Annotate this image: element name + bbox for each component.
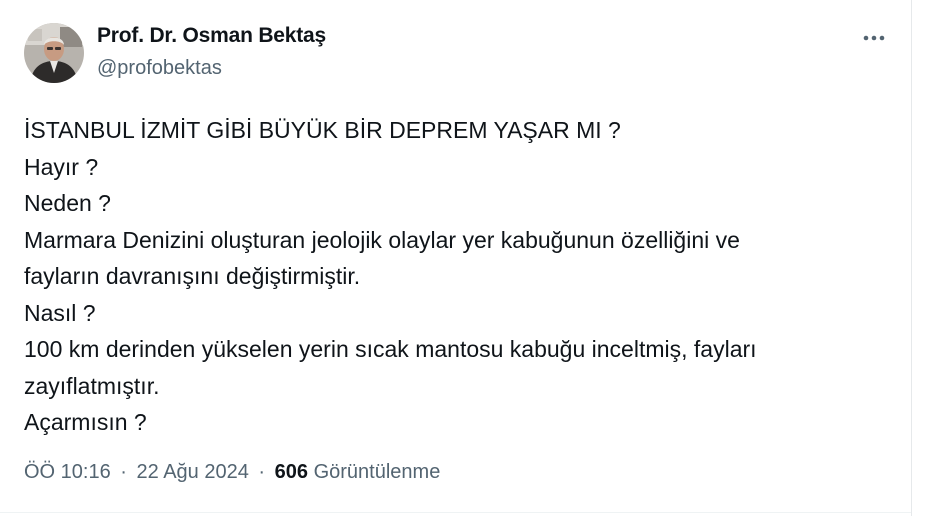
tweet-text-line: Neden ? [24,190,111,216]
tweet-text-line: Hayır ? [24,153,99,180]
author-display-name[interactable]: Prof. Dr. Osman Bektaş [97,24,326,48]
tweet-text-line: Marmara Denizini oluşturan jeolojik olay… [24,226,740,253]
more-dots-icon [863,35,885,41]
tweet-date[interactable]: 22 Ağu 2024 [137,461,249,483]
tweet-meta: ÖÖ 10:16 · 22 Ağu 2024 · 606 Görüntülenm… [24,461,440,484]
tweet-text-line: fayların davranışını değiştirmiştir. [24,263,361,289]
tweet-text-line: İSTANBUL İZMİT GİBİ BÜYÜK BİR DEPREM YAŞ… [24,117,621,143]
author-handle[interactable]: @profobektas [97,57,222,80]
tweet-card: Prof. Dr. Osman Bektaş @profobektas İSTA… [0,0,940,516]
views-label: Görüntülenme [313,461,441,483]
tweet-text: İSTANBUL İZMİT GİBİ BÜYÜK BİR DEPREM YAŞ… [24,112,894,441]
divider [911,0,912,516]
tweet-text-line: Nasıl ? [24,299,96,326]
tweet-text-line: 100 km derinden yükselen yerin sıcak man… [24,336,757,362]
meta-separator: · [258,461,266,483]
views-count[interactable]: 606 [275,461,308,483]
more-options-button[interactable] [856,24,892,52]
avatar[interactable] [24,23,84,83]
tweet-text-line: Açarmısın ? [24,409,147,435]
tweet-text-line: zayıflatmıştır. [24,372,160,399]
divider [0,512,911,513]
tweet-time[interactable]: ÖÖ 10:16 [24,461,111,483]
meta-separator: · [120,461,127,483]
